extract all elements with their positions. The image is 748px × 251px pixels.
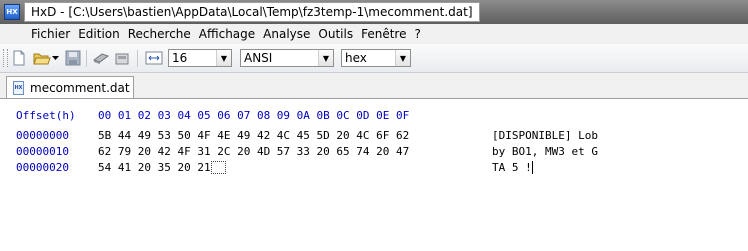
- bytes-per-row-value: 16: [172, 51, 188, 65]
- row-text[interactable]: TA 5 !: [492, 161, 540, 174]
- disk-icon[interactable]: [114, 50, 130, 66]
- dropdown-arrow-icon[interactable]: ▼: [216, 50, 231, 66]
- row-text[interactable]: [DISPONIBLE] Lob: [492, 129, 598, 142]
- open-dropdown-arrow-icon[interactable]: [52, 56, 60, 62]
- window-title: HxD - [C:\Users\bastien\AppData\Local\Te…: [24, 2, 480, 22]
- row-width-icon: [145, 51, 163, 65]
- toolbar-grip[interactable]: [3, 49, 8, 67]
- menu-fichier[interactable]: Fichier: [0, 27, 74, 41]
- menu-edition[interactable]: Edition: [74, 27, 124, 41]
- tab-mecomment[interactable]: HX mecomment.dat: [6, 76, 134, 98]
- row-hex-bytes[interactable]: 5B 44 49 53 50 4F 4E 49 42 4C 45 5D 20 4…: [98, 129, 409, 142]
- toolbar-separator: [86, 50, 87, 67]
- menu-help[interactable]: ?: [410, 27, 424, 41]
- row-text[interactable]: by BO1, MW3 et G: [492, 145, 598, 158]
- open-folder-icon[interactable]: [33, 50, 51, 66]
- menu-analyse[interactable]: Analyse: [259, 27, 314, 41]
- bytes-per-row-select[interactable]: 16 ▼: [168, 49, 232, 67]
- offset-header-label: Offset(h): [16, 109, 76, 122]
- menu-outils[interactable]: Outils: [314, 27, 357, 41]
- ram-icon[interactable]: [92, 50, 110, 66]
- offset-base-value: hex: [345, 51, 367, 65]
- row-offset: 00000010: [16, 145, 69, 158]
- charset-select[interactable]: ANSI ▼: [240, 49, 334, 67]
- dropdown-arrow-icon[interactable]: ▼: [395, 50, 410, 66]
- tab-bar: HX mecomment.dat: [0, 73, 748, 99]
- hex-file-icon: HX: [13, 80, 24, 95]
- menu-bar: Fichier Edition Recherche Affichage Anal…: [0, 24, 748, 44]
- menu-fenetre[interactable]: Fenêtre: [357, 27, 410, 41]
- row-hex-bytes[interactable]: 54 41 20 35 20 21: [98, 161, 226, 174]
- title-bar: HX HxD - [C:\Users\bastien\AppData\Local…: [0, 0, 748, 24]
- hex-editor[interactable]: Offset(h) 00 01 02 03 04 05 06 07 08 09 …: [0, 99, 748, 251]
- hxd-app-icon[interactable]: HX: [4, 4, 20, 20]
- toolbar-separator: [137, 50, 138, 67]
- tab-label: mecomment.dat: [30, 80, 130, 95]
- save-icon[interactable]: [65, 50, 81, 66]
- row-hex-bytes[interactable]: 62 79 20 42 4F 31 2C 20 4D 57 33 20 65 7…: [98, 145, 409, 158]
- menu-recherche[interactable]: Recherche: [124, 27, 195, 41]
- row-offset: 00000000: [16, 129, 69, 142]
- new-file-icon[interactable]: [11, 50, 27, 66]
- toolbar: 16 ▼ ANSI ▼ hex ▼: [0, 44, 748, 73]
- offset-base-select[interactable]: hex ▼: [341, 49, 411, 67]
- charset-value: ANSI: [244, 51, 273, 65]
- text-caret: [531, 161, 540, 174]
- dropdown-arrow-icon[interactable]: ▼: [318, 50, 333, 66]
- row-offset: 00000020: [16, 161, 69, 174]
- hex-caret: [210, 161, 226, 174]
- column-headers: 00 01 02 03 04 05 06 07 08 09 0A 0B 0C 0…: [98, 109, 410, 122]
- menu-affichage[interactable]: Affichage: [195, 27, 259, 41]
